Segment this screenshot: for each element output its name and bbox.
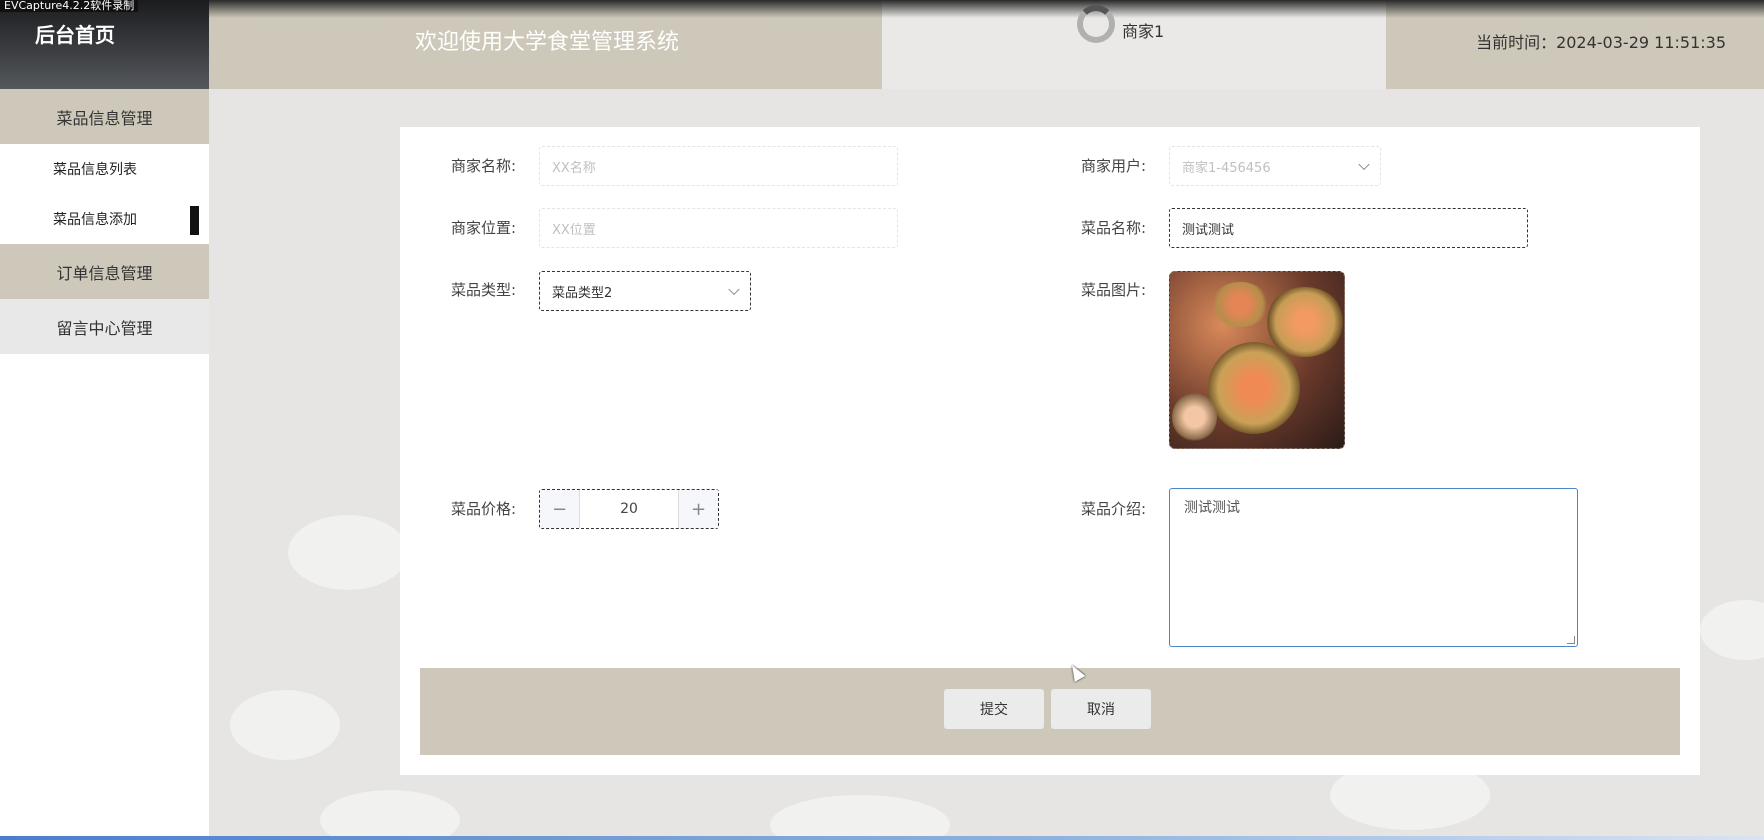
cancel-button[interactable]: 取消 — [1051, 689, 1151, 729]
merchant-user-select[interactable]: 商家1-456456 — [1169, 146, 1381, 186]
user-name: 商家1 — [1122, 22, 1165, 41]
price-stepper[interactable]: − 20 + — [539, 489, 719, 529]
menu-group-message-management[interactable]: 留言中心管理 — [0, 299, 209, 354]
resize-handle-icon[interactable] — [1567, 636, 1575, 644]
background-bubble — [1700, 600, 1764, 660]
background-bubble — [770, 795, 950, 840]
background-bubble — [288, 515, 408, 590]
chevron-down-icon — [1358, 158, 1370, 171]
menu-group-label: 订单信息管理 — [56, 263, 153, 283]
merchant-name-placeholder: XX名称 — [552, 160, 596, 176]
submit-button[interactable]: 提交 — [944, 689, 1044, 729]
dish-type-select[interactable]: 菜品类型2 — [539, 271, 751, 311]
form-actions: 提交 取消 — [420, 668, 1680, 755]
menu-group-order-management[interactable]: 订单信息管理 — [0, 244, 209, 299]
merchant-location-label: 商家位置: — [450, 219, 516, 237]
merchant-location-input[interactable]: XX位置 — [539, 208, 898, 248]
merchant-name-label: 商家名称: — [450, 157, 516, 175]
merchant-user-label: 商家用户: — [1080, 157, 1146, 175]
bottom-progress-line — [0, 836, 1764, 840]
price-value[interactable]: 20 — [580, 501, 678, 517]
merchant-user-value: 商家1-456456 — [1182, 160, 1271, 176]
background-bubble — [320, 790, 460, 840]
merchant-location-placeholder: XX位置 — [552, 222, 596, 238]
merchant-name-input[interactable]: XX名称 — [539, 146, 898, 186]
sidebar: 后台首页 菜品信息管理 菜品信息列表 菜品信息添加 订单信息管理 留言中心管理 — [0, 0, 209, 840]
dish-intro-value: 测试测试 — [1184, 500, 1240, 516]
menu-group-label: 菜品信息管理 — [56, 108, 153, 128]
dish-name-input[interactable]: 测试测试 — [1169, 208, 1528, 248]
dish-intro-textarea[interactable]: 测试测试 — [1169, 488, 1578, 647]
dish-type-value: 菜品类型2 — [552, 285, 613, 301]
menu-group-dish-management[interactable]: 菜品信息管理 — [0, 89, 209, 144]
sidebar-item-dish-add[interactable]: 菜品信息添加 — [0, 194, 209, 244]
sidebar-item-label: 菜品信息添加 — [53, 212, 137, 228]
food-plate — [1265, 287, 1344, 357]
dish-intro-label: 菜品介绍: — [1080, 500, 1146, 518]
increment-button[interactable]: + — [678, 490, 718, 528]
dish-image-label: 菜品图片: — [1080, 281, 1146, 299]
food-plate — [1172, 392, 1217, 442]
menu-group-label: 留言中心管理 — [56, 318, 153, 338]
page-title: 欢迎使用大学食堂管理系统 — [415, 30, 680, 55]
sidebar-item-dish-list[interactable]: 菜品信息列表 — [0, 144, 209, 194]
sidebar-home-link[interactable]: 后台首页 — [0, 0, 209, 89]
decrement-button[interactable]: − — [540, 490, 580, 528]
current-time: 当前时间：2024-03-29 11:51:35 — [1476, 33, 1726, 52]
top-header: 欢迎使用大学食堂管理系统 商家1 当前时间：2024-03-29 11:51:3… — [209, 0, 1764, 89]
background-bubble — [230, 690, 340, 760]
recording-watermark: EVCapture4.2.2软件录制 — [0, 0, 139, 12]
chevron-down-icon — [728, 283, 740, 296]
active-indicator — [190, 206, 199, 235]
sidebar-item-label: 菜品信息列表 — [53, 162, 137, 178]
home-label: 后台首页 — [35, 23, 115, 47]
spinner-icon — [1077, 5, 1115, 43]
dish-price-label: 菜品价格: — [450, 500, 516, 518]
dish-image-upload[interactable] — [1169, 271, 1345, 449]
user-panel[interactable]: 商家1 — [882, 0, 1386, 89]
submenu-dish: 菜品信息列表 菜品信息添加 — [0, 144, 209, 244]
dish-add-form: 商家名称: XX名称 商家用户: 商家1-456456 商家位置: XX位置 菜… — [400, 127, 1700, 775]
dish-type-label: 菜品类型: — [450, 281, 516, 299]
dish-name-label: 菜品名称: — [1080, 219, 1146, 237]
food-plate — [1208, 342, 1300, 434]
food-plate — [1210, 282, 1270, 327]
dish-name-value: 测试测试 — [1182, 222, 1235, 238]
